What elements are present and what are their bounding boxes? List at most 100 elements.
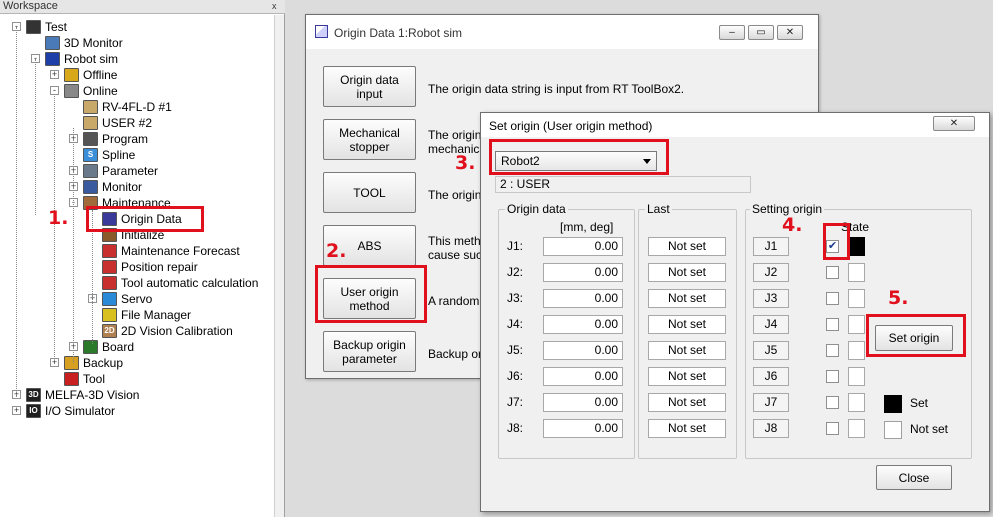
expand-icon[interactable]: + [50,70,59,79]
annotation-box-4 [823,223,850,260]
robot-info-text: 2 : USER [500,177,551,191]
origin-value-input[interactable]: 0.00 [543,393,623,412]
set-origin-titlebar[interactable]: Set origin (User origin method) ✕ [481,113,989,137]
expand-icon[interactable]: + [12,406,21,415]
tree-item-label: Parameter [102,164,159,178]
program-icon [83,132,98,146]
not-set-legend-swatch [884,421,902,439]
joint-state-indicator [848,237,865,256]
annotation-step-3: 3. [455,152,476,174]
joint-state-indicator [848,393,865,412]
tree-item-label: Robot sim [64,52,119,66]
annotation-step-5: 5. [888,287,909,309]
tree-item-label: Servo [121,292,153,306]
last-label: Last [645,202,672,216]
close-button[interactable]: Close [876,465,952,490]
tree-item-label: Program [102,132,149,146]
set-legend-label: Set [910,396,929,410]
annotation-box-3 [489,139,669,175]
joint-checkbox[interactable] [826,370,839,383]
setting-joint-label: J3 [753,289,789,308]
joint-state-indicator [848,419,865,438]
maximize-button[interactable]: ▭ [748,25,774,40]
method-description: Backup or [428,347,483,361]
origin-value-input[interactable]: 0.00 [543,419,623,438]
dialog-close-icon[interactable]: ✕ [933,116,975,131]
joint-label: J3: [507,291,524,305]
joint-checkbox[interactable] [826,422,839,435]
annotation-step-1: 1. [48,207,69,229]
parameter-icon [83,164,98,178]
offline-icon [64,68,79,82]
tree-item-label: Tool [83,372,106,386]
set-legend-swatch [884,395,902,413]
joint-state-indicator [848,367,865,386]
set-origin-title: Set origin (User origin method) [489,119,653,133]
joint-checkbox[interactable] [826,266,839,279]
tree-item-label: Backup [83,356,124,370]
melfa-3d-icon: 3D [26,388,41,402]
joint-checkbox[interactable] [826,344,839,357]
annotation-box-2 [315,265,427,323]
tree-item-label: I/O Simulator [45,404,116,418]
tree-item-label: 2D Vision Calibration [121,324,233,338]
joint-label: J7: [507,395,524,409]
origin-value-input[interactable]: 0.00 [543,263,623,282]
file-manager-icon [102,308,117,322]
joint-checkbox[interactable] [826,396,839,409]
method-description: The origin data string is input from RT … [428,82,685,96]
method-description: A random [428,294,480,308]
vision-2d-icon: 2D [102,324,117,338]
collapse-icon[interactable]: - [50,86,59,95]
tree-item-label: Online [83,84,118,98]
backup-icon [64,356,79,370]
tree-item-label: Test [45,20,68,34]
robot-mech-icon [83,116,98,130]
pin-icon[interactable]: x [272,1,282,11]
tree-connector-line [35,59,36,215]
mechanical-stopper-button[interactable]: Mechanical stopper [323,119,416,160]
tree-item-label: Monitor [102,180,143,194]
origin-value-input[interactable]: 0.00 [543,289,623,308]
close-window-button[interactable]: ✕ [777,25,803,40]
tree-connector-line [73,128,74,363]
workspace-panel: Workspace x - Test 3D Monitor - Robot sim + Of… [0,0,285,517]
last-value: Not set [648,289,726,308]
annotation-step-4: 4. [782,214,803,236]
tool-button[interactable]: TOOL [323,172,416,213]
setting-joint-label: J7 [753,393,789,412]
origin-value-input[interactable]: 0.00 [543,315,623,334]
annotation-box-1 [86,206,204,232]
tree-item-label: Spline [102,148,136,162]
tree-item-label: RV-4FL-D #1 [102,100,172,114]
last-value: Not set [648,315,726,334]
tree-item-label: Board [102,340,135,354]
tree-item-label: Position repair [121,260,198,274]
backup-origin-parameter-button[interactable]: Backup origin parameter [323,331,416,372]
origin-data-label: Origin data [505,202,568,216]
position-repair-icon [102,260,117,274]
origin-value-input[interactable]: 0.00 [543,341,623,360]
joint-label: J5: [507,343,524,357]
origin-data-input-button[interactable]: Origin data input [323,66,416,107]
joint-label: J8: [507,421,524,435]
project-icon [26,20,41,34]
origin-value-input[interactable]: 0.00 [543,367,623,386]
joint-checkbox[interactable] [826,292,839,305]
minimize-button[interactable]: – [719,25,745,40]
io-simulator-icon: IO [26,404,41,418]
origin-data-window-icon [315,25,328,38]
joint-label: J4: [507,317,524,331]
servo-icon [102,292,117,306]
workspace-title-text: Workspace [3,0,58,12]
origin-window-title: Origin Data 1:Robot sim [334,26,463,40]
robot-sim-icon [45,52,60,66]
joint-checkbox[interactable] [826,318,839,331]
online-icon [64,84,79,98]
joint-label: J2: [507,265,524,279]
tree-item-label: Maintenance Forecast [121,244,240,258]
origin-value-input[interactable]: 0.00 [543,237,623,256]
origin-window-titlebar[interactable]: Origin Data 1:Robot sim – ▭ ✕ [306,15,818,49]
monitor-icon [83,180,98,194]
workspace-scrollbar[interactable] [274,15,284,517]
